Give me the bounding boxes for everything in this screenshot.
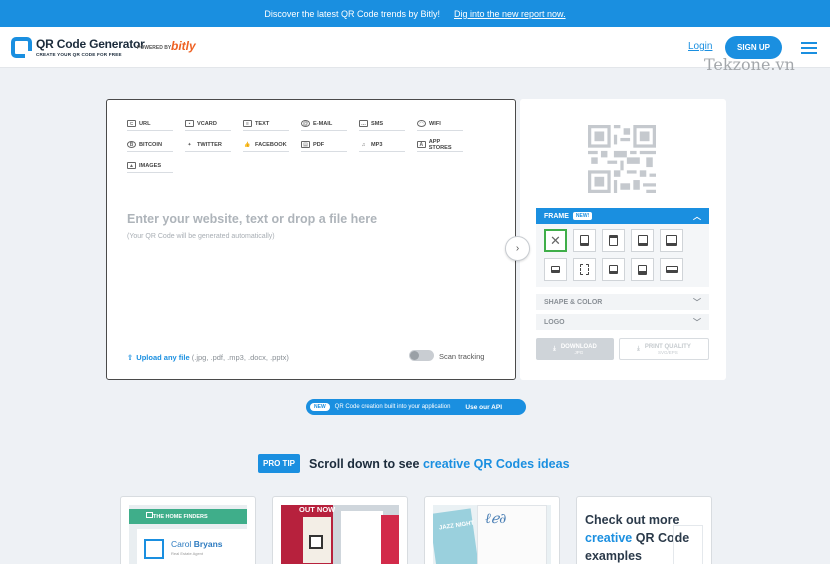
music-icon: ♫ <box>361 141 366 148</box>
frame-option[interactable] <box>660 258 683 281</box>
frame-option[interactable] <box>602 258 625 281</box>
new-badge: NEW! <box>572 212 593 220</box>
qr-code-image <box>144 539 164 559</box>
tab-vcard[interactable]: ▪ VCARD <box>185 117 231 131</box>
contact-name: Carol Bryans <box>171 539 223 549</box>
close-icon: ✕ <box>550 232 561 248</box>
frame-option[interactable] <box>602 229 625 252</box>
brand-title[interactable]: QR Code Generator <box>36 37 145 51</box>
scan-tracking-toggle[interactable] <box>409 350 434 361</box>
sms-icon: … <box>359 120 368 127</box>
download-icon: ⤓ <box>553 345 556 352</box>
upload-link[interactable]: Upload any file <box>136 353 189 362</box>
powered-by-label: POWERED BY <box>137 45 172 51</box>
chevron-right-icon[interactable]: › <box>505 236 530 261</box>
shape-color-section[interactable]: SHAPE & COLOR ﹀ <box>536 294 709 310</box>
tab-images[interactable]: ▲ IMAGES <box>127 159 173 173</box>
tab-facebook[interactable]: 👍 FACEBOOK <box>243 138 289 152</box>
frame-option[interactable] <box>660 229 683 252</box>
example-card-poster[interactable]: JAZZ NIGHT ℓℯ∂ <box>424 496 560 564</box>
qr-type-tabs: ⊂ URL ▪ VCARD ≡ TEXT @ E-MAIL … SMS ◠ WIFI B BI… <box>127 117 477 173</box>
frame-options: ✕ <box>536 224 709 287</box>
at-icon: @ <box>301 120 310 127</box>
auto-generate-hint: (Your QR Code will be generated automati… <box>127 233 275 240</box>
frame-option[interactable] <box>544 258 567 281</box>
frame-option[interactable] <box>631 229 654 252</box>
tab-text[interactable]: ≡ TEXT <box>243 117 289 131</box>
handwriting-image: ℓℯ∂ <box>485 511 507 527</box>
api-link[interactable]: Use our API <box>465 404 502 411</box>
qr-code-preview <box>588 125 656 193</box>
login-link[interactable]: Login <box>688 41 712 52</box>
twitter-icon: ✦ <box>187 141 192 148</box>
frame-label: FRAME <box>544 212 569 220</box>
frame-option[interactable] <box>631 258 654 281</box>
contact-role: Real Estate Agent <box>171 551 204 556</box>
qr-logo-icon[interactable] <box>11 37 32 58</box>
tab-sms[interactable]: … SMS <box>359 117 405 131</box>
facebook-icon: 👍 <box>244 141 251 148</box>
upload-formats: (.jpg, .pdf, .mp3, .docx, .pptx) <box>191 353 289 362</box>
logo-section[interactable]: LOGO ﹀ <box>536 314 709 330</box>
vcard-icon: ▪ <box>185 120 194 127</box>
house-icon <box>146 512 153 518</box>
wifi-icon: ◠ <box>417 120 426 127</box>
qr-preview-panel: FRAME NEW! ︿ ✕ SHAPE & COLOR ﹀ LOGO ﹀ ⤓ DO… <box>520 99 726 380</box>
more-examples-card[interactable]: Check out more creative QR Code examples <box>576 496 712 564</box>
promo-text: Discover the latest QR Code trends by Bi… <box>264 8 440 19</box>
download-icon: ⤓ <box>637 345 640 352</box>
qr-input-panel: ⊂ URL ▪ VCARD ≡ TEXT @ E-MAIL … SMS ◠ WIFI B BI… <box>106 99 516 380</box>
chevron-up-icon[interactable]: ︿ <box>693 211 701 222</box>
watermark: Tekzone.vn <box>704 55 795 74</box>
chevron-down-icon: ﹀ <box>693 297 701 307</box>
promo-link[interactable]: Dig into the new report now. <box>454 9 566 19</box>
example-card-vcard[interactable]: THE HOME FINDERS Carol Bryans Real Estat… <box>120 496 256 564</box>
pro-tip-badge: PRO TIP <box>258 454 301 473</box>
tab-twitter[interactable]: ✦ TWITTER <box>185 138 231 152</box>
qr-code-image <box>309 535 323 549</box>
card-headline: OUT NOW <box>299 505 336 514</box>
upload-row: ⇧ Upload any file (.jpg, .pdf, .mp3, .doc… <box>127 353 289 362</box>
menu-icon[interactable] <box>801 42 817 54</box>
tab-email[interactable]: @ E-MAIL <box>301 117 347 131</box>
text-icon: ≡ <box>243 120 252 127</box>
tab-wifi[interactable]: ◠ WIFI <box>417 117 463 131</box>
api-banner[interactable]: NEW QR Code creation built into your app… <box>306 399 526 415</box>
promo-banner: Discover the latest QR Code trends by Bi… <box>0 0 830 27</box>
chevron-down-icon: ﹀ <box>693 317 701 327</box>
bitly-logo[interactable]: bitly <box>171 39 196 53</box>
brand-subtitle: CREATE YOUR QR CODE FOR FREE <box>36 52 122 57</box>
pro-tip-text: Scroll down to see creative QR Codes ide… <box>309 456 570 471</box>
pdf-icon: ▤ <box>301 141 310 148</box>
frame-option[interactable] <box>573 229 596 252</box>
tab-bitcoin[interactable]: B BITCOIN <box>127 138 173 152</box>
api-text: QR Code creation built into your applica… <box>334 404 451 410</box>
link-icon: ⊂ <box>127 120 136 127</box>
frame-section-header[interactable]: FRAME NEW! ︿ <box>536 208 709 224</box>
frame-option[interactable] <box>573 258 596 281</box>
bitcoin-icon: B <box>127 141 136 148</box>
example-card-book[interactable]: OUT NOW <box>272 496 408 564</box>
pro-tip: PRO TIP Scroll down to see creative QR C… <box>258 454 570 473</box>
frame-option-none[interactable]: ✕ <box>544 229 567 252</box>
image-icon: ▲ <box>127 162 136 169</box>
print-quality-button[interactable]: ⤓ PRINT QUALITY SVG/EPS <box>619 338 709 360</box>
tab-app-stores[interactable]: A APP STORES <box>417 138 463 152</box>
upload-icon[interactable]: ⇧ <box>127 353 133 362</box>
tab-pdf[interactable]: ▤ PDF <box>301 138 347 152</box>
app-store-icon: A <box>417 141 426 148</box>
scan-tracking-label: Scan tracking <box>439 352 485 361</box>
download-button[interactable]: ⤓ DOWNLOAD JPG <box>536 338 614 360</box>
tab-url[interactable]: ⊂ URL <box>127 117 173 131</box>
new-badge: NEW <box>310 403 330 411</box>
tab-mp3[interactable]: ♫ MP3 <box>359 138 405 152</box>
content-input[interactable]: Enter your website, text or drop a file … <box>127 212 377 226</box>
